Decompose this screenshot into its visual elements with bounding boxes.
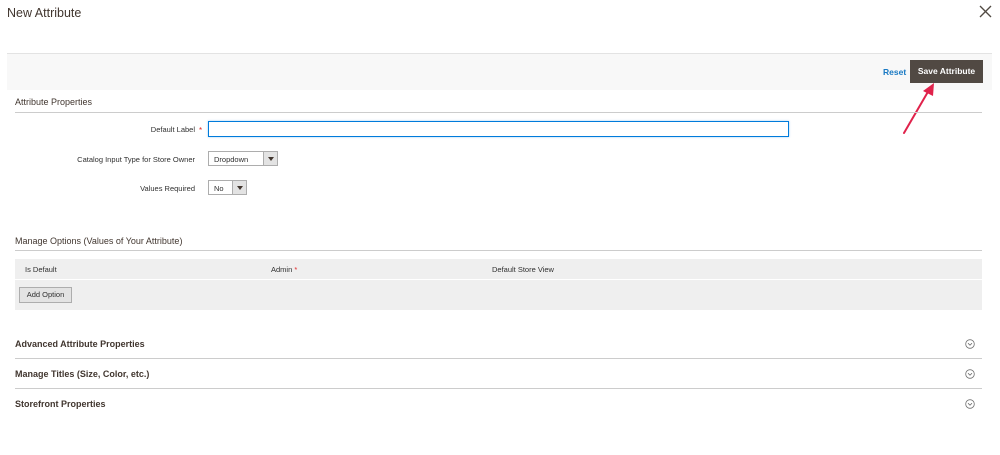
section-divider <box>15 112 982 113</box>
default-label-input[interactable] <box>208 121 789 137</box>
values-required-label: Values Required <box>140 184 195 193</box>
values-required-value: No <box>214 184 224 193</box>
storefront-properties-section[interactable]: Storefront Properties <box>15 389 982 419</box>
modal-title: New Attribute <box>7 6 82 20</box>
reset-button[interactable]: Reset <box>883 67 906 77</box>
column-admin: Admin * <box>271 265 297 274</box>
add-option-button[interactable]: Add Option <box>19 287 72 303</box>
required-mark: * <box>199 126 203 135</box>
manage-titles-section[interactable]: Manage Titles (Size, Color, etc.) <box>15 359 982 389</box>
section-title: Manage Titles (Size, Color, etc.) <box>15 369 150 379</box>
chevron-down-icon <box>263 152 277 165</box>
input-type-select[interactable]: Dropdown <box>208 151 278 166</box>
default-label-label: Default Label <box>150 125 195 134</box>
required-mark: * <box>294 265 298 274</box>
values-required-select[interactable]: No <box>208 180 247 195</box>
attribute-properties-title: Attribute Properties <box>15 97 93 107</box>
action-bar: Reset Save Attribute <box>7 53 992 90</box>
column-admin-label: Admin <box>271 265 293 274</box>
column-default-store-view: Default Store View <box>492 265 554 274</box>
options-table: Is Default Admin * Default Store View Ad… <box>15 259 982 310</box>
close-icon[interactable] <box>979 5 992 18</box>
chevron-circle-icon <box>965 339 975 349</box>
column-is-default: Is Default <box>25 265 57 274</box>
section-divider <box>15 250 982 251</box>
manage-options-title: Manage Options (Values of Your Attribute… <box>15 236 183 246</box>
input-type-value: Dropdown <box>214 155 249 164</box>
input-type-label: Catalog Input Type for Store Owner <box>77 155 195 164</box>
options-table-header: Is Default Admin * Default Store View <box>15 259 982 280</box>
chevron-circle-icon <box>965 399 975 409</box>
section-title: Storefront Properties <box>15 399 106 409</box>
chevron-down-icon <box>232 181 246 194</box>
advanced-attribute-properties-section[interactable]: Advanced Attribute Properties <box>15 329 982 359</box>
chevron-circle-icon <box>965 369 975 379</box>
annotation-arrow-icon <box>903 83 934 134</box>
section-title: Advanced Attribute Properties <box>15 339 145 349</box>
